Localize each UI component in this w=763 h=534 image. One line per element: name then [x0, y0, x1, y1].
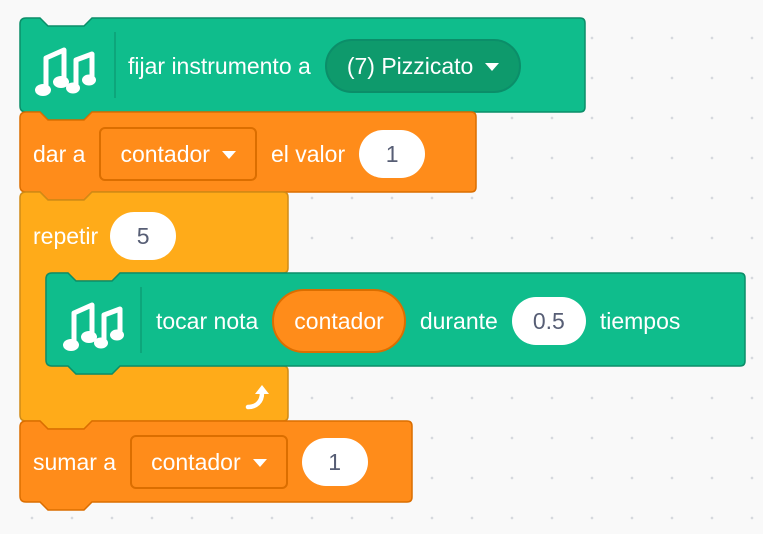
beats-input[interactable]: 0.5 [511, 297, 586, 345]
variable-dropdown[interactable]: contador [130, 435, 288, 489]
note-variable-reporter[interactable]: contador [272, 289, 406, 353]
chevron-down-icon [252, 459, 267, 467]
set-variable-label: dar a [33, 140, 86, 167]
variable-dropdown-value: contador [120, 140, 210, 167]
extension-separator [140, 287, 142, 353]
set-instrument-label: fijar instrumento a [128, 52, 311, 79]
extension-separator [114, 32, 116, 98]
repeat-times-input[interactable]: 5 [110, 212, 177, 260]
chevron-down-icon [221, 151, 236, 159]
set-variable-value-label: el valor [270, 140, 346, 167]
variable-dropdown-value: contador [151, 448, 241, 475]
set-variable-row: dar a contador el valor 1 [33, 126, 426, 182]
set-variable-value-input[interactable]: 1 [359, 130, 426, 178]
repeat-row: repetir 5 [33, 208, 177, 264]
beats-unit-label: tiempos [599, 307, 681, 334]
set-instrument-row: fijar instrumento a (7) Pizzicato [128, 38, 522, 94]
script-stack[interactable]: fijar instrumento a (7) Pizzicato dar a … [0, 0, 763, 534]
play-note-row: tocar nota contador durante 0.5 tiempos [156, 288, 680, 354]
music-notes-icon [34, 44, 96, 105]
change-variable-value-input[interactable]: 1 [301, 438, 368, 486]
chevron-down-icon [485, 63, 500, 71]
variable-dropdown[interactable]: contador [99, 127, 257, 181]
repeat-label: repetir [33, 222, 99, 249]
change-variable-row: sumar a contador 1 [33, 434, 368, 490]
play-note-duration-label: durante [419, 307, 498, 334]
music-notes-icon [62, 299, 124, 360]
instrument-dropdown-value: (7) Pizzicato [346, 52, 474, 79]
play-note-label: tocar nota [156, 307, 259, 334]
change-variable-label: sumar a [33, 448, 117, 475]
loop-arrow-icon [242, 382, 272, 417]
instrument-dropdown[interactable]: (7) Pizzicato [324, 39, 522, 93]
